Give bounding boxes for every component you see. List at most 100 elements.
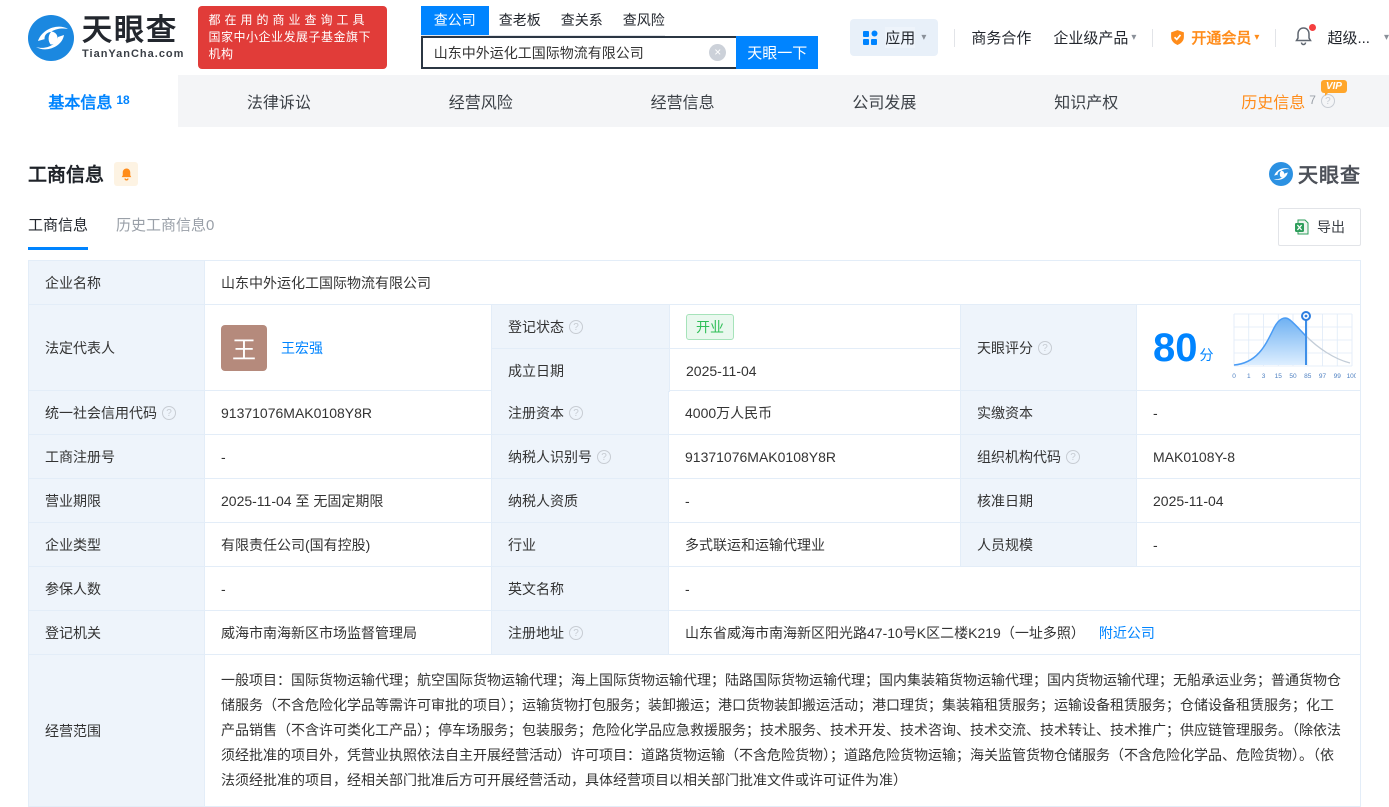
divider (1275, 28, 1277, 47)
reg-capital-value: 4000万人民币 (668, 391, 960, 434)
svg-text:85: 85 (1304, 373, 1312, 380)
taxpayer-id-value: 91371076MAK0108Y8R (668, 435, 960, 478)
tianyancha-logo-icon (28, 14, 74, 61)
search-tab-risk[interactable]: 查风险 (613, 6, 675, 35)
establish-date-value: 2025-11-04 (669, 349, 960, 392)
uscc-label: 统一社会信用代码? (29, 391, 204, 434)
monitor-bell-icon[interactable] (114, 161, 139, 186)
tab-legal-proceedings[interactable]: 法律诉讼 (178, 75, 380, 127)
search-tab-relation[interactable]: 查关系 (551, 6, 613, 35)
tab-operating-risk[interactable]: 经营风险 (380, 75, 582, 127)
approval-date-value: 2025-11-04 (1136, 479, 1360, 522)
business-cooperation-link[interactable]: 商务合作 (971, 27, 1031, 48)
legal-rep-cell: 王 王宏强 (204, 305, 491, 390)
reg-authority-value: 威海市南海新区市场监督管理局 (204, 611, 491, 654)
establish-date-label: 成立日期 (492, 349, 669, 392)
taxpayer-id-label: 纳税人识别号? (491, 435, 668, 478)
help-icon[interactable]: ? (1066, 449, 1080, 464)
table-row: 登记机关 威海市南海新区市场监督管理局 注册地址? 山东省威海市南海新区阳光路4… (29, 610, 1360, 654)
insured-count-value: - (204, 567, 491, 610)
divider (1152, 28, 1154, 47)
company-nav-tabs: 基本信息 18 法律诉讼 经营风险 经营信息 公司发展 知识产权 VIP 历史信… (0, 75, 1389, 127)
subtab-history-business-info[interactable]: 历史工商信息0 (116, 214, 214, 250)
header-menu: 应用 ▾ 商务合作 企业级产品 ▾ 开通会员 ▾ 超级... ▾ (850, 19, 1389, 56)
business-scope-label: 经营范围 (29, 655, 204, 806)
insured-count-label: 参保人数 (29, 567, 204, 610)
tab-history-info[interactable]: VIP 历史信息 7 ? (1187, 75, 1389, 127)
table-row: 统一社会信用代码? 91371076MAK0108Y8R 注册资本? 4000万… (29, 390, 1360, 434)
excel-icon (1295, 219, 1309, 235)
score-distribution-chart[interactable]: 0 1 3 15 50 85 97 99 100 (1228, 308, 1356, 388)
business-scope-value: 一般项目：国际货物运输代理；航空国际货物运输代理；海上国际货物运输代理；陆路国际… (204, 655, 1360, 806)
vip-crown-icon (1171, 30, 1185, 45)
tab-count: 18 (116, 93, 130, 107)
staff-size-value: - (1136, 523, 1360, 566)
promo-badge: 都在用的商业查询工具 国家中小企业发展子基金旗下机构 (198, 6, 387, 69)
tianyancha-watermark-icon (1269, 161, 1293, 186)
org-code-value: MAK0108Y-8 (1136, 435, 1360, 478)
help-icon[interactable]: ? (1038, 340, 1052, 355)
promo-line2: 国家中小企业发展子基金旗下机构 (208, 30, 371, 61)
svg-text:50: 50 (1289, 373, 1297, 380)
enterprise-products-menu[interactable]: 企业级产品 ▾ (1053, 27, 1136, 48)
paid-capital-label: 实缴资本 (960, 391, 1136, 434)
main-content: 工商信息 天眼查 工商信息 历史工商信息0 导出 企业名称 山东中外运化工国际物… (0, 159, 1389, 807)
help-icon[interactable]: ? (597, 449, 611, 464)
header: 天眼查 TianYanCha.com 都在用的商业查询工具 国家中小企业发展子基… (0, 0, 1389, 75)
legal-rep-link[interactable]: 王宏强 (281, 338, 323, 358)
notification-bell-icon[interactable] (1294, 24, 1317, 49)
uscc-value: 91371076MAK0108Y8R (204, 391, 491, 434)
reg-address-label: 注册地址? (491, 611, 668, 654)
taxpayer-quality-label: 纳税人资质 (491, 479, 668, 522)
reg-authority-label: 登记机关 (29, 611, 204, 654)
export-button[interactable]: 导出 (1278, 208, 1361, 246)
search-block: 查公司 查老板 查关系 查风险 × 天眼一下 (420, 6, 819, 69)
apps-label: 应用 (885, 27, 916, 48)
table-row: 企业类型 有限责任公司(国有控股) 行业 多式联运和运输代理业 人员规模 - (29, 522, 1360, 566)
staff-size-label: 人员规模 (960, 523, 1136, 566)
reg-status-label: 登记状态 ? (492, 305, 669, 348)
tab-intellectual-property[interactable]: 知识产权 (985, 75, 1187, 127)
reg-address-value: 山东省威海市南海新区阳光路47-10号K区二楼K219（一址多照） (685, 624, 1085, 641)
search-tab-boss[interactable]: 查老板 (489, 6, 551, 35)
search-tab-company[interactable]: 查公司 (420, 6, 489, 35)
industry-value: 多式联运和运输代理业 (668, 523, 960, 566)
svg-text:15: 15 (1274, 373, 1282, 380)
search-input[interactable] (420, 36, 737, 69)
taxpayer-quality-value: - (668, 479, 960, 522)
tab-operating-info[interactable]: 经营信息 (582, 75, 784, 127)
help-icon[interactable]: ? (569, 319, 583, 334)
score-value: 80 (1153, 325, 1198, 370)
company-name-label: 企业名称 (29, 261, 204, 304)
subtab-business-info[interactable]: 工商信息 (28, 214, 89, 250)
company-type-label: 企业类型 (29, 523, 204, 566)
promo-line1: 都在用的商业查询工具 (208, 13, 369, 27)
tianyancha-watermark: 天眼查 (1269, 159, 1361, 188)
help-icon[interactable]: ? (569, 405, 583, 420)
svg-text:97: 97 (1318, 373, 1326, 380)
search-button[interactable]: 天眼一下 (736, 36, 819, 69)
svg-text:0: 0 (1232, 373, 1236, 380)
help-icon[interactable]: ? (162, 405, 176, 420)
tianyancha-logo[interactable]: 天眼查 TianYanCha.com (28, 14, 184, 61)
user-account-menu[interactable]: 超级... ▾ (1327, 27, 1389, 48)
svg-text:1: 1 (1246, 373, 1250, 380)
tab-basic-info[interactable]: 基本信息 18 (0, 75, 178, 127)
open-vip-menu[interactable]: 开通会员 ▾ (1169, 27, 1259, 48)
section-title: 工商信息 (28, 165, 105, 186)
business-term-label: 营业期限 (29, 479, 204, 522)
tab-company-development[interactable]: 公司发展 (783, 75, 985, 127)
reg-capital-label: 注册资本? (491, 391, 668, 434)
help-icon[interactable]: ? (569, 625, 583, 640)
help-icon[interactable]: ? (1320, 94, 1335, 108)
approval-date-label: 核准日期 (960, 479, 1136, 522)
avatar[interactable]: 王 (221, 324, 267, 371)
svg-text:3: 3 (1261, 373, 1265, 380)
apps-menu[interactable]: 应用 ▾ (850, 19, 939, 56)
industry-label: 行业 (491, 523, 668, 566)
nearby-companies-link[interactable]: 附近公司 (1099, 623, 1155, 643)
reg-number-label: 工商注册号 (29, 435, 204, 478)
status-badge: 开业 (686, 313, 734, 340)
legal-rep-label: 法定代表人 (29, 305, 204, 390)
org-code-label: 组织机构代码? (960, 435, 1136, 478)
